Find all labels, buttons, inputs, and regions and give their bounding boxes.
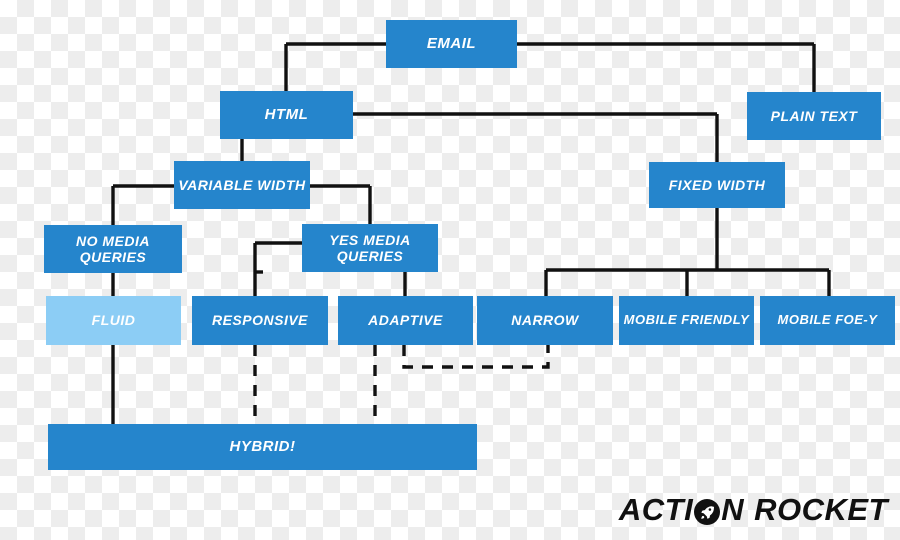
node-no-media-queries-label: NO MEDIA QUERIES bbox=[76, 232, 150, 265]
node-mobile-foe-y-label: MOBILE FOE-Y bbox=[777, 312, 878, 328]
logo-text-rocket: ROCKET bbox=[754, 492, 888, 527]
logo-text-action-suffix: N bbox=[721, 492, 745, 527]
node-variable-width[interactable]: VARIABLE WIDTH bbox=[174, 161, 310, 209]
node-fixed-width[interactable]: FIXED WIDTH bbox=[649, 162, 785, 208]
node-yes-media-queries-label: YES MEDIA QUERIES bbox=[329, 231, 411, 264]
action-rocket-logo: ACTI N ROCKET bbox=[619, 492, 888, 528]
node-fluid[interactable]: FLUID bbox=[46, 296, 181, 345]
node-mobile-friendly[interactable]: MOBILE FRIENDLY bbox=[619, 296, 754, 345]
node-responsive[interactable]: RESPONSIVE bbox=[192, 296, 328, 345]
edge-adaptive-narrow bbox=[402, 345, 550, 369]
node-fixed-width-label: FIXED WIDTH bbox=[668, 176, 766, 193]
node-yes-media-queries[interactable]: YES MEDIA QUERIES bbox=[302, 224, 438, 272]
email-type-flowchart: EMAIL HTML PLAIN TEXT VARIABLE WIDTH FIX… bbox=[0, 0, 900, 540]
node-adaptive[interactable]: ADAPTIVE bbox=[338, 296, 473, 345]
node-email-label: EMAIL bbox=[426, 35, 477, 53]
node-narrow[interactable]: NARROW bbox=[477, 296, 613, 345]
node-no-media-queries[interactable]: NO MEDIA QUERIES bbox=[44, 225, 182, 273]
node-responsive-label: RESPONSIVE bbox=[211, 312, 309, 329]
node-html[interactable]: HTML bbox=[220, 91, 353, 139]
node-plain-text[interactable]: PLAIN TEXT bbox=[747, 92, 881, 140]
node-mobile-foe-y[interactable]: MOBILE FOE-Y bbox=[760, 296, 895, 345]
node-hybrid[interactable]: HYBRID! bbox=[48, 424, 477, 470]
node-html-label: HTML bbox=[264, 106, 309, 124]
node-variable-width-label: VARIABLE WIDTH bbox=[178, 176, 306, 193]
node-email[interactable]: EMAIL bbox=[386, 20, 517, 68]
node-plain-text-label: PLAIN TEXT bbox=[770, 107, 858, 124]
logo-text-action-prefix: ACTI bbox=[618, 492, 694, 527]
node-adaptive-label: ADAPTIVE bbox=[368, 312, 443, 329]
node-narrow-label: NARROW bbox=[511, 312, 579, 329]
node-fluid-label: FLUID bbox=[91, 312, 136, 329]
rocket-icon bbox=[694, 499, 721, 525]
node-mobile-friendly-label: MOBILE FRIENDLY bbox=[623, 312, 750, 328]
node-hybrid-label: HYBRID! bbox=[229, 438, 296, 456]
